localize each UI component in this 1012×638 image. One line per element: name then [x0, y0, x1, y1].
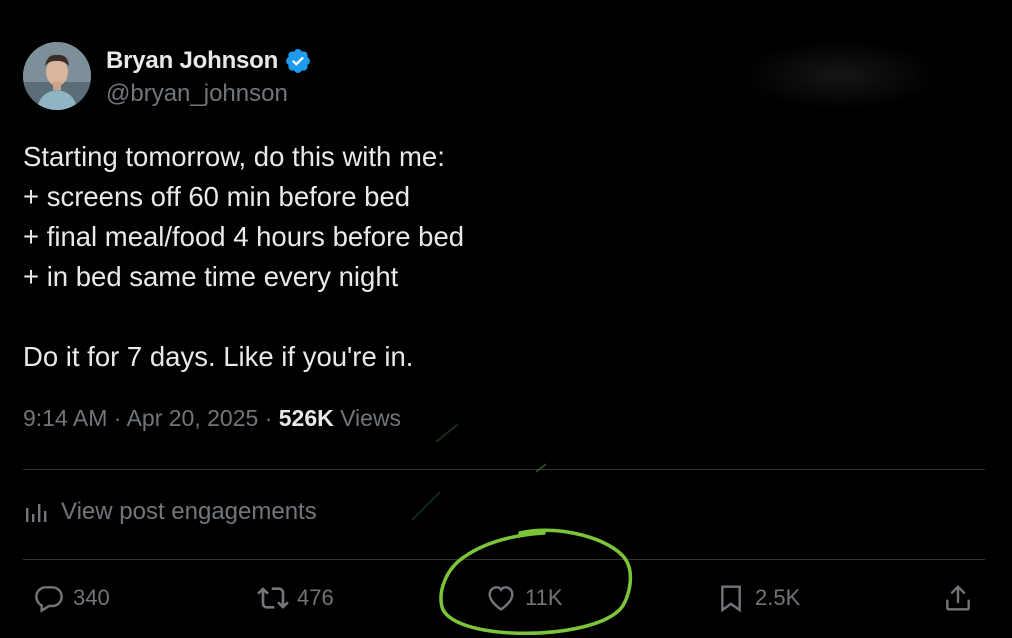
repost-count: 476 — [297, 585, 334, 610]
screen-glare-streak — [411, 423, 547, 521]
bookmark-icon — [721, 585, 741, 613]
share-icon — [946, 585, 970, 611]
author-names: Bryan Johnson @bryan_johnson — [106, 44, 312, 108]
display-name-row: Bryan Johnson — [106, 44, 312, 78]
bookmark-button[interactable]: 2.5K — [715, 582, 800, 614]
post-line: + in bed same time every night — [23, 261, 399, 292]
post-date[interactable]: Apr 20, 2025 — [127, 405, 259, 431]
post-line: + final meal/food 4 hours before bed — [23, 221, 465, 252]
post-text: Starting tomorrow, do this with me: + sc… — [23, 137, 923, 377]
views-label: Views — [340, 405, 402, 431]
like-button[interactable]: 11K — [485, 582, 563, 614]
post-line: + screens off 60 min before bed — [23, 181, 411, 212]
background-glow — [740, 40, 940, 110]
post-line: Do it for 7 days. Like if you're in. — [23, 341, 414, 372]
reply-button[interactable]: 340 — [33, 582, 110, 614]
post-line-blank — [23, 297, 923, 337]
reply-icon — [35, 586, 63, 613]
profile-photo-icon — [23, 42, 91, 110]
bookmark-count: 2.5K — [755, 585, 801, 610]
post-line: Starting tomorrow, do this with me: — [23, 141, 445, 172]
divider — [23, 469, 985, 470]
verified-badge-icon[interactable] — [284, 47, 312, 75]
view-engagements-label: View post engagements — [61, 498, 317, 525]
meta-separator: · — [264, 405, 273, 431]
reply-count: 340 — [73, 585, 110, 610]
bar-chart-icon — [26, 504, 47, 522]
avatar[interactable] — [23, 42, 91, 110]
post-header: Bryan Johnson @bryan_johnson — [23, 42, 312, 110]
display-name[interactable]: Bryan Johnson — [106, 47, 278, 75]
meta-separator: · — [113, 405, 122, 431]
repost-icon — [257, 587, 289, 609]
author-handle[interactable]: @bryan_johnson — [106, 80, 312, 108]
heart-icon — [488, 586, 514, 611]
post-metadata: 9:14 AM · Apr 20, 2025 · 526K Views — [23, 405, 401, 432]
divider — [23, 559, 985, 560]
like-count: 11K — [525, 585, 563, 610]
view-engagements-link[interactable]: View post engagements — [23, 498, 317, 526]
repost-button[interactable]: 476 — [257, 582, 334, 614]
post-time[interactable]: 9:14 AM — [23, 405, 107, 431]
share-button[interactable] — [942, 582, 974, 614]
views-count: 526K — [278, 405, 334, 431]
